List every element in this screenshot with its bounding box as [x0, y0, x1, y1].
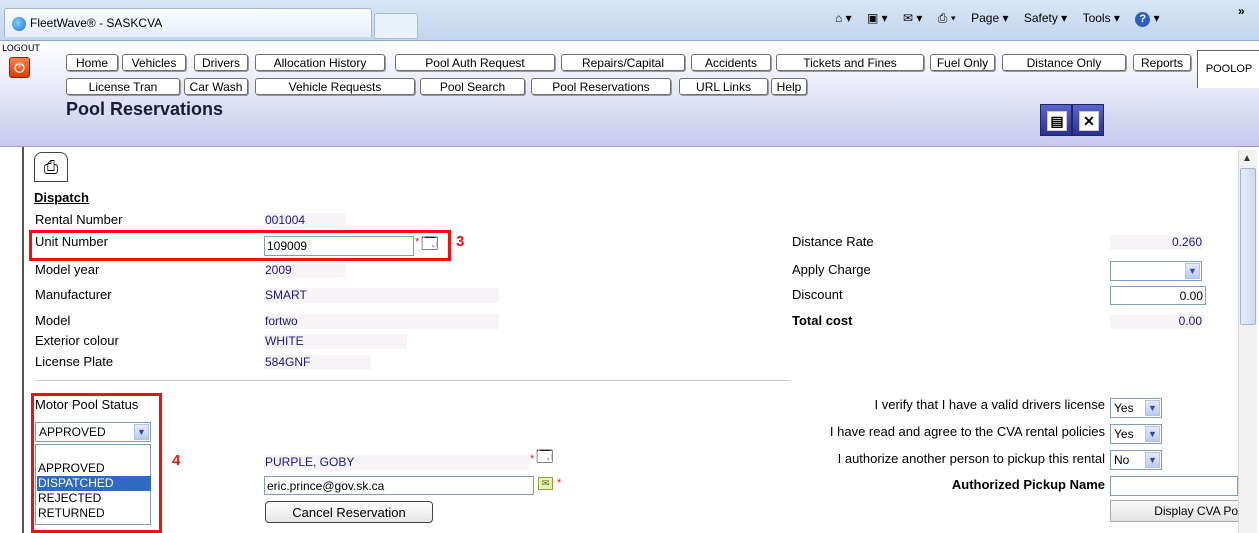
manufacturer-value: SMART: [264, 288, 499, 303]
nav-allocation-history[interactable]: Allocation History: [255, 54, 385, 71]
page-title: Pool Reservations: [66, 99, 224, 119]
printer-icon[interactable]: ⎙ ▾: [938, 11, 956, 26]
authorize-pickup-select[interactable]: No ▼: [1110, 450, 1162, 470]
distance-rate-label: Distance Rate: [792, 234, 874, 249]
annotation-marker-4: 4: [172, 452, 181, 469]
manufacturer-label: Manufacturer: [35, 287, 112, 302]
nav-pool-search[interactable]: Pool Search: [420, 78, 525, 95]
model-year-label: Model year: [35, 262, 100, 277]
chevron-down-icon: ▼: [1145, 452, 1160, 468]
valid-license-value: Yes: [1114, 401, 1134, 415]
discount-input[interactable]: [1110, 286, 1206, 305]
annotation-marker-3: 3: [456, 233, 465, 250]
nav-home[interactable]: Home: [66, 54, 118, 71]
lookup-icon[interactable]: 🗔: [536, 446, 553, 473]
nav-repairs-capital[interactable]: Repairs/Capital: [561, 54, 685, 71]
annotation-box-4: [31, 393, 162, 533]
power-icon: ⏻: [14, 60, 25, 75]
section-title: Dispatch: [34, 190, 89, 205]
chevron-down-icon: ▼: [1145, 426, 1160, 442]
model-value: fortwo: [264, 314, 499, 329]
feeds-icon[interactable]: ▣ ▾: [867, 11, 888, 25]
help-menu-arrow: ▾: [1153, 11, 1160, 25]
chevron-down-icon: ▼: [1145, 400, 1160, 416]
policies-value: Yes: [1114, 427, 1134, 441]
nav-pool-reservations[interactable]: Pool Reservations: [531, 78, 671, 95]
scroll-up-arrow-icon[interactable]: ▲: [1240, 152, 1254, 166]
close-button[interactable]: ✕: [1072, 104, 1104, 136]
browser-tab-title: FleetWave® - SASKCVA: [30, 16, 163, 30]
authorize-pickup-value: No: [1114, 453, 1130, 467]
page-menu[interactable]: Page ▾: [971, 11, 1008, 25]
distance-rate-value: 0.260: [1110, 235, 1202, 250]
exterior-colour-value: WHITE: [264, 334, 407, 349]
license-plate-label: License Plate: [35, 354, 114, 369]
required-asterisk: *: [557, 477, 562, 489]
nav-tickets-and-fines[interactable]: Tickets and Fines: [776, 54, 924, 71]
new-tab-button[interactable]: [374, 13, 418, 39]
content-area: [0, 147, 1259, 533]
pickup-name-input[interactable]: [1110, 476, 1238, 496]
driver-name-value: PURPLE, GOBY: [264, 455, 529, 470]
required-asterisk: *: [530, 453, 535, 465]
email-input[interactable]: [264, 476, 534, 495]
rental-number-label: Rental Number: [35, 212, 123, 227]
model-year-value: 2009: [264, 263, 345, 278]
document-button[interactable]: ▤: [1040, 104, 1072, 136]
browser-toolbar: ⌂ ▾ ▣ ▾ ✉ ▾ ⎙ ▾ Page ▾ Safety ▾ Tools ▾ …: [835, 11, 1172, 31]
chevron-down-icon: ▼: [1185, 263, 1200, 279]
poolop-tab[interactable]: POOLOP: [1197, 50, 1259, 88]
pickup-name-label: Authorized Pickup Name: [951, 477, 1105, 492]
cancel-reservation-button[interactable]: Cancel Reservation: [265, 501, 433, 523]
total-cost-value: 0.00: [1110, 314, 1202, 329]
browser-tab[interactable]: FleetWave® - SASKCVA: [4, 8, 372, 37]
send-mail-icon[interactable]: ✉: [538, 477, 553, 490]
logout-label: LOGOUT: [2, 44, 40, 54]
app-header: LOGOUT ⏻ Home Vehicles Drivers Allocatio…: [0, 41, 1259, 147]
nav-fuel-only[interactable]: Fuel Only: [930, 54, 995, 71]
total-cost-label: Total cost: [792, 313, 853, 328]
nav-url-links[interactable]: URL Links: [679, 78, 768, 95]
nav-license-tran[interactable]: License Tran: [66, 78, 180, 95]
nav-accidents[interactable]: Accidents: [691, 54, 771, 71]
rental-number-value: 001004: [264, 213, 345, 228]
nav-car-wash[interactable]: Car Wash: [184, 78, 248, 95]
nav-vehicle-requests[interactable]: Vehicle Requests: [255, 78, 415, 95]
print-button[interactable]: ⎙: [34, 152, 68, 182]
ie-favicon-icon: [12, 17, 26, 31]
nav-help[interactable]: Help: [771, 78, 807, 95]
toolbar-overflow-chevron[interactable]: »: [1238, 4, 1245, 18]
nav-reports[interactable]: Reports: [1133, 54, 1191, 71]
left-border: [22, 147, 24, 533]
valid-license-label: I verify that I have a valid drivers lic…: [874, 397, 1106, 412]
annotation-box-3: [29, 230, 451, 261]
printer-icon: ⎙: [43, 157, 59, 177]
discount-label: Discount: [792, 287, 843, 302]
document-icon: ▤: [1047, 111, 1067, 131]
help-menu[interactable]: ? ▾: [1135, 11, 1160, 27]
authorize-pickup-label: I authorize another person to pickup thi…: [837, 451, 1105, 466]
section-divider: [35, 380, 790, 381]
safety-menu[interactable]: Safety ▾: [1024, 11, 1067, 25]
nav-pool-auth-request[interactable]: Pool Auth Request: [395, 54, 555, 71]
apply-charge-select[interactable]: ▼: [1110, 261, 1202, 281]
mail-icon[interactable]: ✉ ▾: [903, 11, 922, 25]
logout-button[interactable]: ⏻: [9, 57, 30, 78]
apply-charge-label: Apply Charge: [792, 262, 871, 277]
help-icon: ?: [1135, 12, 1151, 27]
license-plate-value: 584GNF: [264, 355, 371, 370]
home-icon[interactable]: ⌂ ▾: [835, 11, 852, 25]
policies-select[interactable]: Yes ▼: [1110, 424, 1162, 444]
policies-label: I have read and agree to the CVA rental …: [829, 424, 1105, 439]
scrollbar-thumb[interactable]: [1240, 168, 1256, 325]
exterior-colour-label: Exterior colour: [35, 333, 119, 348]
nav-drivers[interactable]: Drivers: [194, 54, 248, 71]
display-cva-policies-button[interactable]: Display CVA Po: [1110, 500, 1238, 522]
model-label: Model: [35, 313, 71, 328]
close-icon: ✕: [1079, 111, 1099, 131]
valid-license-select[interactable]: Yes ▼: [1110, 398, 1162, 418]
nav-distance-only[interactable]: Distance Only: [1002, 54, 1126, 71]
tools-menu[interactable]: Tools ▾: [1083, 11, 1120, 25]
nav-vehicles[interactable]: Vehicles: [122, 54, 186, 71]
